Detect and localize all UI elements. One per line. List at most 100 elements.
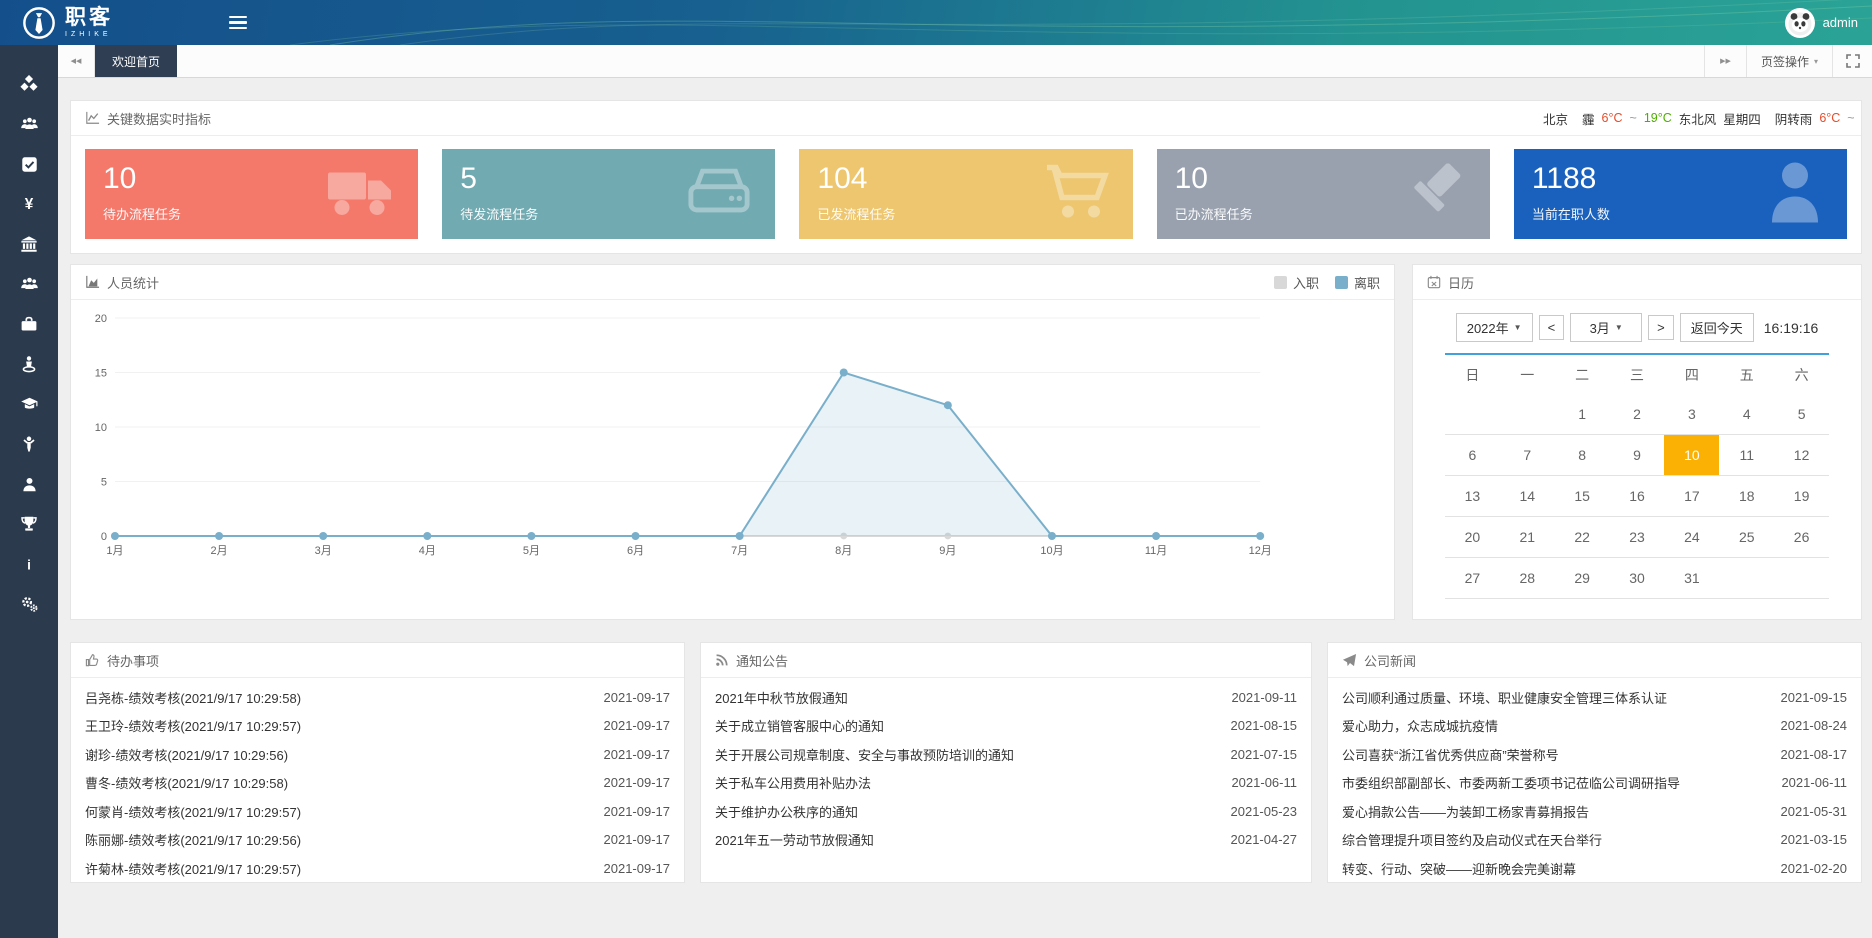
cart-icon [1045, 164, 1109, 225]
todo-item[interactable]: 陈丽娜-绩效考核(2021/9/17 10:29:56) 2021-09-17 [85, 826, 670, 855]
todo-item[interactable]: 何蒙肖-绩效考核(2021/9/17 10:29:57) 2021-09-17 [85, 797, 670, 826]
month-select[interactable]: 3月 ▼ [1570, 313, 1642, 342]
calendar-day[interactable]: 8 [1555, 435, 1610, 475]
fullscreen-button[interactable] [1832, 45, 1872, 77]
sidebar-item-user[interactable] [0, 464, 58, 504]
calendar-day[interactable]: 17 [1664, 476, 1719, 516]
notice-item-date: 2021-06-11 [1231, 775, 1297, 790]
app-logo[interactable]: 职客 IZHIKE [22, 6, 113, 40]
news-item[interactable]: 爱心捐款公告——为装卸工杨家青募捐报告 2021-05-31 [1342, 797, 1847, 826]
news-item[interactable]: 爱心助力，众志成城抗疫情 2021-08-24 [1342, 712, 1847, 741]
sidebar-item-info[interactable]: i [0, 544, 58, 584]
legend-item[interactable]: 离职 [1335, 273, 1380, 292]
calendar-day[interactable]: 29 [1555, 558, 1610, 598]
sidebar-item-cubes[interactable] [0, 64, 58, 104]
sidebar-item-briefcase[interactable] [0, 304, 58, 344]
todo-item[interactable]: 王卫玲-绩效考核(2021/9/17 10:29:57) 2021-09-17 [85, 712, 670, 741]
cogs-icon [20, 595, 39, 613]
weather-tilde: ~ [1630, 111, 1637, 125]
calendar-day[interactable]: 6 [1445, 435, 1500, 475]
weather-low-tomorrow: 6°C [1819, 111, 1840, 125]
todo-item[interactable]: 吕尧栋-绩效考核(2021/9/17 10:29:58) 2021-09-17 [85, 683, 670, 712]
calendar-day[interactable]: 27 [1445, 558, 1500, 598]
todo-item-date: 2021-09-17 [604, 861, 671, 876]
sidebar-item-team[interactable] [0, 104, 58, 144]
calendar-day[interactable]: 22 [1555, 517, 1610, 557]
notice-item[interactable]: 2021年中秋节放假通知 2021-09-11 [715, 683, 1297, 712]
back-to-today-button[interactable]: 返回今天 [1680, 313, 1754, 342]
calendar-day[interactable]: 9 [1610, 435, 1665, 475]
fullscreen-icon [1846, 54, 1860, 68]
stat-card-sent-tasks[interactable]: 104 已发流程任务 [799, 149, 1132, 239]
stat-card-done-tasks[interactable]: 10 已办流程任务 [1157, 149, 1490, 239]
news-item[interactable]: 转变、行动、突破——迎新晚会完美谢幕 2021-02-20 [1342, 854, 1847, 883]
news-panel: 公司新闻 公司顺利通过质量、环境、职业健康安全管理三体系认证 2021-09-1… [1327, 642, 1862, 883]
sidebar-item-finance[interactable]: ¥ [0, 184, 58, 224]
sidebar-item-group[interactable] [0, 264, 58, 304]
calendar-day[interactable]: 18 [1719, 476, 1774, 516]
stat-card-tosend-tasks[interactable]: 5 待发流程任务 [442, 149, 775, 239]
news-item[interactable]: 综合管理提升项目签约及启动仪式在天台举行 2021-03-15 [1342, 826, 1847, 855]
news-item-title: 市委组织部副部长、市委两新工委项书记莅临公司调研指导 [1342, 773, 1680, 792]
calendar-day[interactable]: 4 [1719, 394, 1774, 434]
calendar-day[interactable]: 12 [1774, 435, 1829, 475]
news-item[interactable]: 市委组织部副部长、市委两新工委项书记莅临公司调研指导 2021-06-11 [1342, 769, 1847, 798]
notice-item-title: 关于维护办公秩序的通知 [715, 802, 858, 821]
check-square-icon [21, 156, 38, 173]
team-icon [20, 115, 39, 133]
calendar-day[interactable]: 7 [1500, 435, 1555, 475]
sidebar-item-child[interactable] [0, 424, 58, 464]
calendar-day[interactable]: 30 [1610, 558, 1665, 598]
stat-card-pending-tasks[interactable]: 10 待办流程任务 [85, 149, 418, 239]
hamburger-menu-icon[interactable] [229, 16, 247, 30]
user-menu[interactable]: admin [1785, 8, 1858, 38]
todo-item[interactable]: 曹冬-绩效考核(2021/9/17 10:29:58) 2021-09-17 [85, 769, 670, 798]
calendar-day[interactable]: 26 [1774, 517, 1829, 557]
sidebar-item-street-view[interactable] [0, 344, 58, 384]
calendar-day[interactable]: 2 [1610, 394, 1665, 434]
todo-item[interactable]: 许菊林-绩效考核(2021/9/17 10:29:57) 2021-09-17 [85, 854, 670, 883]
tabs-scroll-right-icon[interactable]: ▶▶ [1704, 45, 1746, 77]
legend-item[interactable]: 入职 [1274, 273, 1319, 292]
calendar-day[interactable]: 14 [1500, 476, 1555, 516]
calendar-day[interactable]: 23 [1610, 517, 1665, 557]
sidebar-item-organization[interactable] [0, 224, 58, 264]
calendar-day[interactable]: 5 [1774, 394, 1829, 434]
tab-welcome-home[interactable]: 欢迎首页 [95, 45, 177, 77]
calendar-day-today[interactable]: 10 [1664, 435, 1719, 475]
sidebar-item-approvals[interactable] [0, 144, 58, 184]
logo-tie-icon [22, 6, 56, 40]
calendar-day[interactable]: 19 [1774, 476, 1829, 516]
calendar-day[interactable]: 24 [1664, 517, 1719, 557]
news-item[interactable]: 公司喜获“浙江省优秀供应商”荣誉称号 2021-08-17 [1342, 740, 1847, 769]
next-month-button[interactable]: > [1648, 315, 1674, 340]
calendar-day[interactable]: 31 [1664, 558, 1719, 598]
prev-month-button[interactable]: < [1539, 315, 1565, 340]
todo-item[interactable]: 谢珍-绩效考核(2021/9/17 10:29:56) 2021-09-17 [85, 740, 670, 769]
calendar-day[interactable]: 25 [1719, 517, 1774, 557]
year-select[interactable]: 2022年 ▼ [1456, 313, 1533, 342]
calendar-day[interactable]: 16 [1610, 476, 1665, 516]
calendar-day[interactable]: 20 [1445, 517, 1500, 557]
sidebar-item-settings[interactable] [0, 584, 58, 624]
calendar-day[interactable]: 28 [1500, 558, 1555, 598]
sidebar-item-training[interactable] [0, 384, 58, 424]
todo-item-title: 何蒙肖-绩效考核(2021/9/17 10:29:57) [85, 802, 301, 821]
calendar-day[interactable]: 13 [1445, 476, 1500, 516]
stat-card-headcount[interactable]: 1188 当前在职人数 [1514, 149, 1847, 239]
calendar-day[interactable]: 11 [1719, 435, 1774, 475]
tab-actions-dropdown[interactable]: 页签操作 ▾ [1746, 45, 1832, 77]
tabs-scroll-left-icon[interactable]: ◀◀ [58, 45, 95, 77]
notice-item[interactable]: 2021年五一劳动节放假通知 2021-04-27 [715, 826, 1297, 855]
calendar-day[interactable]: 21 [1500, 517, 1555, 557]
news-item[interactable]: 公司顺利通过质量、环境、职业健康安全管理三体系认证 2021-09-15 [1342, 683, 1847, 712]
calendar-day[interactable]: 15 [1555, 476, 1610, 516]
notice-item[interactable]: 关于开展公司规章制度、安全与事故预防培训的通知 2021-07-15 [715, 740, 1297, 769]
sidebar-item-trophy[interactable] [0, 504, 58, 544]
notice-item[interactable]: 关于私车公用费用补贴办法 2021-06-11 [715, 769, 1297, 798]
calendar-day[interactable]: 1 [1555, 394, 1610, 434]
notice-item[interactable]: 关于维护办公秩序的通知 2021-05-23 [715, 797, 1297, 826]
calendar-day[interactable]: 3 [1664, 394, 1719, 434]
notice-item[interactable]: 关于成立销管客服中心的通知 2021-08-15 [715, 712, 1297, 741]
sidebar: ¥ [0, 45, 58, 938]
